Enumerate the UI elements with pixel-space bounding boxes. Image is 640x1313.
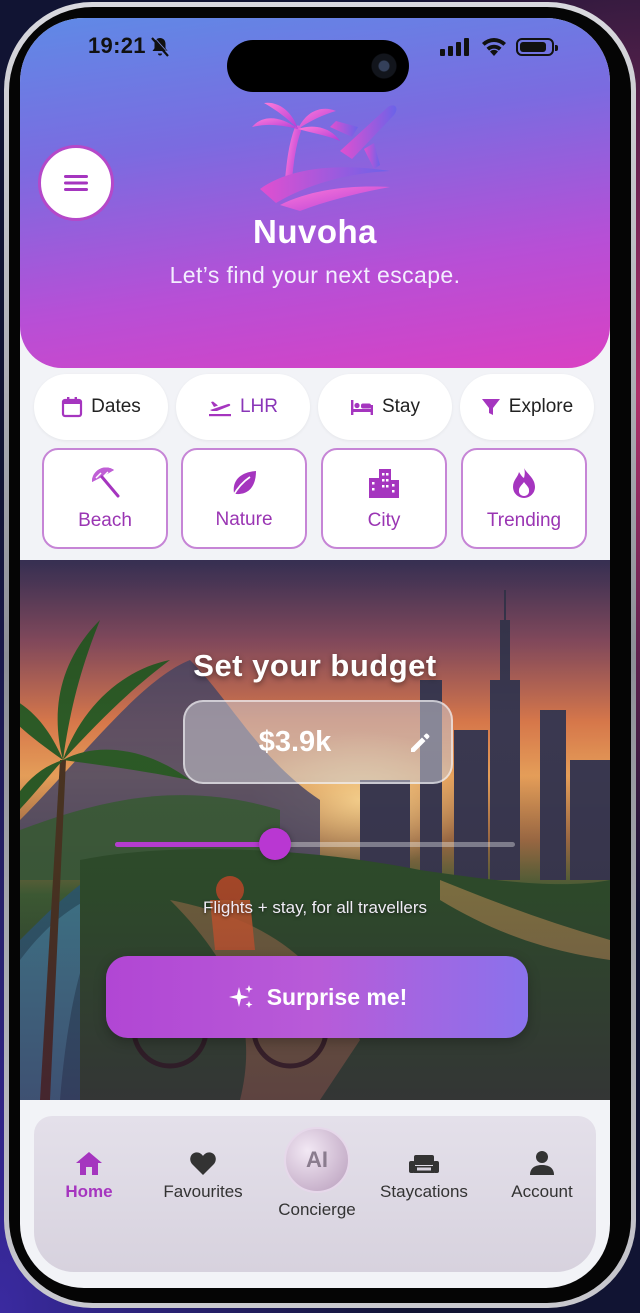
bottom-nav: Home Favourites AI Concierge Staycations… <box>34 1116 596 1272</box>
category-label: City <box>367 509 401 531</box>
category-label: Trending <box>486 509 562 531</box>
city-buildings-icon <box>369 468 399 498</box>
pencil-edit-icon[interactable] <box>409 732 431 754</box>
filter-icon <box>481 399 500 415</box>
chip-label: LHR <box>239 396 278 417</box>
flight-departure-icon <box>208 401 231 417</box>
home-icon <box>76 1152 102 1175</box>
category-trending[interactable]: Trending <box>461 448 587 549</box>
flame-icon <box>513 467 535 498</box>
category-label: Nature <box>215 508 273 530</box>
nav-concierge-ai-button[interactable]: AI <box>284 1127 350 1193</box>
wifi-icon <box>480 35 508 62</box>
budget-title: Set your budget <box>193 648 437 683</box>
chip-dates[interactable]: Dates <box>34 374 168 440</box>
surprise-me-label: Surprise me! <box>266 983 408 1010</box>
status-time: 19:21 <box>88 33 146 58</box>
sofa-icon <box>409 1155 439 1173</box>
nav-label: Staycations <box>380 1182 468 1201</box>
nav-label: Home <box>65 1182 113 1201</box>
hamburger-icon <box>64 175 88 191</box>
budget-slider[interactable] <box>115 828 515 860</box>
category-label: Beach <box>78 509 132 531</box>
header-hero: 19:21 Nuvoha Let’s find your next escape… <box>20 18 610 368</box>
nav-concierge-label[interactable]: Concierge <box>260 1200 374 1220</box>
surprise-me-button[interactable]: Surprise me! <box>106 956 528 1038</box>
chip-stay[interactable]: Stay <box>318 374 452 440</box>
leaf-icon <box>232 470 256 496</box>
camera-icon <box>369 51 399 81</box>
menu-button[interactable] <box>38 145 114 221</box>
ai-badge: AI <box>306 1147 328 1172</box>
beach-umbrella-icon <box>91 466 120 497</box>
category-nature[interactable]: Nature <box>181 448 307 549</box>
dynamic-island <box>227 40 409 92</box>
bell-muted-icon <box>150 36 170 63</box>
chip-explore[interactable]: Explore <box>460 374 594 440</box>
chip-label: Explore <box>508 396 574 417</box>
nav-staycations[interactable]: Staycations <box>369 1146 479 1202</box>
budget-value: $3.9k <box>258 726 332 758</box>
budget-note: Flights + stay, for all travellers <box>202 898 428 917</box>
nav-favourites[interactable]: Favourites <box>148 1146 258 1202</box>
bed-icon <box>350 400 373 415</box>
calendar-icon <box>62 397 83 418</box>
battery-icon <box>516 38 558 56</box>
status-bar: 19:21 <box>20 32 610 92</box>
chip-label: Stay <box>381 396 421 417</box>
person-icon <box>530 1151 554 1175</box>
sparkles-icon <box>228 985 253 1008</box>
tagline: Let’s find your next escape. <box>169 262 461 288</box>
slider-fill <box>115 842 275 847</box>
app-screen: 19:21 Nuvoha Let’s find your next escape… <box>20 18 610 1288</box>
budget-panel: Set your budget $3.9k Flights + stay, fo… <box>20 560 610 1100</box>
brand-name: Nuvoha <box>252 213 377 250</box>
slider-thumb[interactable] <box>259 828 291 860</box>
budget-input[interactable]: $3.9k <box>183 700 453 784</box>
nav-account[interactable]: Account <box>487 1146 597 1202</box>
nav-label: Account <box>511 1182 573 1201</box>
nuvoha-logo-icon <box>252 102 397 211</box>
nav-home[interactable]: Home <box>34 1146 144 1202</box>
nav-label: Favourites <box>163 1182 243 1201</box>
category-beach[interactable]: Beach <box>42 448 168 549</box>
category-city[interactable]: City <box>321 448 447 549</box>
chip-label: Dates <box>91 396 141 417</box>
cellular-signal-icon <box>440 38 470 61</box>
chip-origin-airport[interactable]: LHR <box>176 374 310 440</box>
heart-icon <box>190 1152 216 1175</box>
